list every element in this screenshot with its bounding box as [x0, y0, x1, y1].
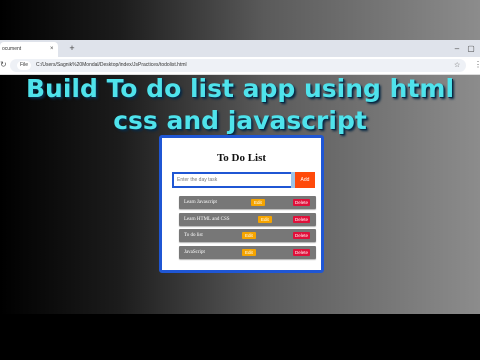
- reload-icon[interactable]: ↻: [0, 60, 7, 69]
- app-title: To Do List: [216, 152, 267, 164]
- tab-title: ocument: [2, 46, 22, 52]
- delete-button[interactable]: Delete: [293, 249, 311, 257]
- browser-toolbar: ↻ File C:/Users/Sagnik%20Mondal/Desktop/…: [0, 57, 480, 75]
- add-button[interactable]: Add: [295, 172, 315, 188]
- edit-button[interactable]: Edit: [251, 199, 265, 206]
- screen: ocument × + – ▢ ↻ File C:/Users/Sagnik%2…: [0, 0, 480, 360]
- edit-button[interactable]: Edit: [242, 232, 256, 240]
- task-row: To do list Edit Delete: [179, 229, 316, 243]
- new-tab-icon[interactable]: +: [66, 42, 78, 54]
- delete-button[interactable]: Delete: [293, 215, 311, 223]
- bottom-letterbox: [0, 314, 480, 360]
- browser-tab[interactable]: ocument ×: [0, 42, 58, 57]
- task-list: Learn Javascript Edit Delete Learn HTML …: [179, 196, 316, 263]
- task-text: JavaScript: [184, 250, 205, 256]
- file-scheme-chip[interactable]: File: [17, 61, 32, 70]
- delete-button[interactable]: Delete: [293, 199, 311, 206]
- task-text: To do list: [184, 233, 203, 239]
- menu-icon[interactable]: ⋮: [474, 60, 480, 69]
- delete-button[interactable]: Delete: [293, 232, 311, 240]
- task-row: Learn HTML and CSS Edit Delete: [179, 212, 316, 226]
- todo-card: To Do List Add Learn Javascript Edit Del…: [159, 135, 324, 273]
- maximize-icon[interactable]: ▢: [466, 44, 476, 54]
- task-input[interactable]: [172, 172, 294, 188]
- edit-button[interactable]: Edit: [258, 215, 272, 223]
- edit-button[interactable]: Edit: [242, 249, 256, 257]
- task-text: Learn HTML and CSS: [184, 216, 230, 222]
- url-text: C:/Users/Sagnik%20Mondal/Desktop/index/J…: [36, 62, 187, 68]
- tab-bar: ocument × +: [0, 40, 480, 57]
- bookmark-star-icon[interactable]: ☆: [454, 61, 460, 69]
- task-text: Learn Javascript: [184, 200, 217, 205]
- task-row: JavaScript Edit Delete: [179, 246, 316, 260]
- headline-line-1: Build To do list app using html: [25, 74, 455, 103]
- minimize-icon[interactable]: –: [452, 44, 462, 54]
- address-bar[interactable]: File C:/Users/Sagnik%20Mondal/Desktop/in…: [10, 59, 466, 72]
- headline-line-2: css and javascript: [113, 106, 367, 135]
- tab-close-icon[interactable]: ×: [50, 42, 54, 57]
- task-row: Learn Javascript Edit Delete: [179, 196, 316, 209]
